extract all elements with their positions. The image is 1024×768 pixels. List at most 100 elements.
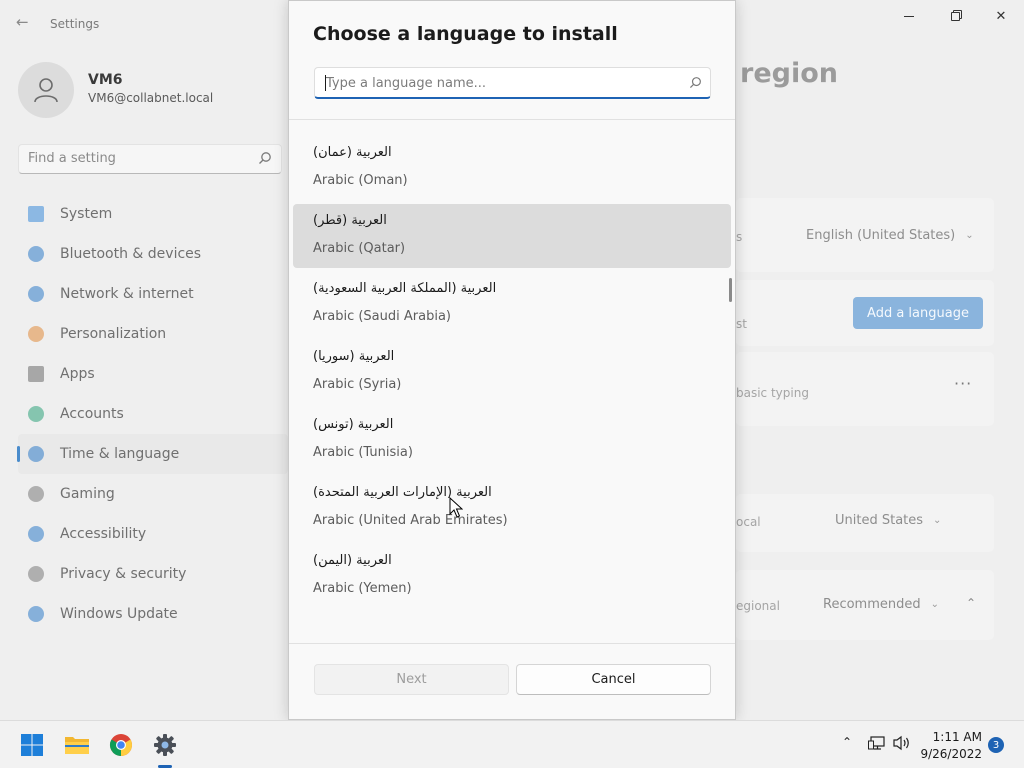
sidebar-item-gaming[interactable]: Gaming — [18, 474, 288, 514]
clock-time[interactable]: 1:11 AM — [926, 730, 982, 744]
sidebar-item-system[interactable]: System — [18, 194, 288, 234]
search-icon — [259, 152, 271, 164]
display-language-dropdown[interactable]: English (United States) ⌄ — [806, 228, 974, 243]
language-english-name: Arabic (Oman) — [313, 173, 408, 188]
chevron-up-icon[interactable]: ⌃ — [966, 596, 976, 610]
preferred-languages-label: st — [736, 317, 747, 331]
sidebar-item-network-internet[interactable]: Network & internet — [18, 274, 288, 314]
user-name: VM6 — [88, 72, 123, 88]
next-button[interactable]: Next — [314, 664, 509, 695]
list-scrollbar[interactable] — [729, 278, 732, 302]
sidebar-item-label: Personalization — [60, 326, 167, 342]
monitor-icon — [28, 206, 44, 222]
language-list-item[interactable]: العربية (المملكة المغربية)Arabic (Morocc… — [293, 120, 731, 132]
show-hidden-icons-chevron-icon[interactable]: ⌃ — [842, 735, 852, 749]
person-icon — [34, 78, 58, 103]
folder-icon — [65, 737, 89, 754]
sidebar-item-label: Accessibility — [60, 526, 147, 542]
language-native-name: العربية (قطر) — [313, 213, 387, 228]
sidebar-item-label: Gaming — [60, 486, 115, 502]
language-list[interactable]: العربية (المملكة المغربية)Arabic (Morocc… — [289, 119, 735, 644]
chevron-down-icon: ⌄ — [965, 230, 974, 241]
sidebar-item-time-language[interactable]: Time & language — [17, 434, 288, 474]
search-icon — [689, 77, 701, 89]
windows-logo-icon — [21, 734, 43, 756]
brush-icon — [28, 326, 44, 342]
language-english-name: Arabic (United Arab Emirates) — [313, 513, 508, 528]
language-native-name: العربية (عمان) — [313, 145, 392, 160]
language-feature-description: basic typing — [736, 386, 809, 400]
country-region-dropdown[interactable]: United States ⌄ — [835, 513, 941, 528]
volume-icon[interactable] — [892, 735, 912, 751]
start-button[interactable] — [16, 729, 48, 761]
cancel-button[interactable]: Cancel — [516, 664, 711, 695]
language-list-item[interactable]: العربية (الإمارات العربية المتحدة) Arabic… — [293, 476, 731, 540]
sidebar-item-accounts[interactable]: Accounts — [18, 394, 288, 434]
sidebar-item-privacy-security[interactable]: Privacy & security — [18, 554, 288, 594]
display-language-label: s — [736, 230, 743, 244]
back-arrow-icon[interactable]: ← — [16, 14, 32, 30]
sidebar-item-personalization[interactable]: Personalization — [18, 314, 288, 354]
sidebar-item-label: Bluetooth & devices — [60, 246, 202, 262]
language-english-name: Arabic (Syria) — [313, 377, 402, 392]
language-native-name: العربية (تونس) — [313, 417, 394, 432]
network-icon[interactable] — [868, 735, 886, 751]
choose-language-dialog: Choose a language to install العربية (ال… — [288, 0, 736, 720]
sidebar-item-accessibility[interactable]: Accessibility — [18, 514, 288, 554]
sidebar-item-label: Windows Update — [60, 606, 178, 622]
regional-format-dropdown[interactable]: Recommended ⌄ — [823, 597, 939, 612]
sidebar-item-windows-update[interactable]: Windows Update — [18, 594, 288, 634]
avatar[interactable] — [18, 62, 74, 118]
language-native-name: العربية (الإمارات العربية المتحدة) — [313, 485, 492, 500]
maximize-button[interactable] — [932, 6, 978, 26]
sidebar-item-apps[interactable]: Apps — [18, 354, 288, 394]
taskbar: ⌃ 1:11 AM 9/26/2022 3 — [0, 720, 1024, 768]
minimize-button[interactable] — [886, 6, 932, 26]
regional-format-label: egional — [736, 599, 780, 613]
display-language-value: English (United States) — [806, 228, 956, 243]
sidebar-item-label: Network & internet — [60, 286, 194, 302]
find-setting-search[interactable]: Find a setting — [18, 144, 282, 174]
wifi-icon — [28, 286, 44, 302]
accessibility-icon — [28, 526, 44, 542]
gear-icon — [154, 734, 176, 756]
apps-icon — [28, 366, 44, 382]
sidebar-item-bluetooth-devices[interactable]: Bluetooth & devices — [18, 234, 288, 274]
language-english-name: Arabic (Saudi Arabia) — [313, 309, 451, 324]
language-list-item[interactable]: العربية (عمان) Arabic (Oman) — [293, 136, 731, 200]
sidebar-item-label: Time & language — [60, 446, 180, 462]
language-native-name: العربية (سوريا) — [313, 349, 395, 364]
language-list-item[interactable]: العربية (قطر) Arabic (Qatar) — [293, 204, 731, 268]
sidebar-item-label: Privacy & security — [60, 566, 187, 582]
chrome-button[interactable] — [105, 729, 137, 761]
language-english-name: Arabic (Yemen) — [313, 581, 412, 596]
clock-date[interactable]: 9/26/2022 — [918, 747, 982, 761]
language-english-name: Arabic (Tunisia) — [313, 445, 413, 460]
language-list-item[interactable]: العربية (اليمن) Arabic (Yemen) — [293, 544, 731, 608]
chevron-down-icon: ⌄ — [930, 599, 940, 610]
app-title: Settings — [50, 17, 100, 31]
notification-badge[interactable]: 3 — [988, 737, 1004, 753]
sidebar-item-label: Apps — [60, 366, 95, 382]
country-region-value: United States — [835, 513, 924, 528]
settings-taskbar-button[interactable] — [149, 729, 181, 761]
regional-format-value: Recommended — [823, 597, 921, 612]
language-search-box[interactable] — [314, 67, 711, 99]
language-search-input[interactable] — [326, 74, 686, 92]
language-list-item[interactable]: العربية (تونس) Arabic (Tunisia) — [293, 408, 731, 472]
language-list-item[interactable]: العربية (سوريا) Arabic (Syria) — [293, 340, 731, 404]
user-email: VM6@collabnet.local — [88, 91, 214, 105]
close-button[interactable]: ✕ — [978, 6, 1024, 26]
more-options-button[interactable]: ··· — [954, 374, 972, 393]
language-list-item[interactable]: العربية (المملكة العربية السعودية) Arabic… — [293, 272, 731, 336]
language-native-name: العربية (اليمن) — [313, 553, 392, 568]
controller-icon — [28, 486, 44, 502]
file-explorer-button[interactable] — [61, 729, 93, 761]
mouse-cursor-icon — [449, 497, 463, 518]
add-language-button[interactable]: Add a language — [853, 297, 983, 329]
minimize-icon — [904, 15, 914, 17]
chevron-down-icon: ⌄ — [933, 515, 942, 526]
restore-icon — [950, 11, 960, 21]
globe-clock-icon — [28, 446, 44, 462]
chrome-icon — [110, 734, 132, 756]
